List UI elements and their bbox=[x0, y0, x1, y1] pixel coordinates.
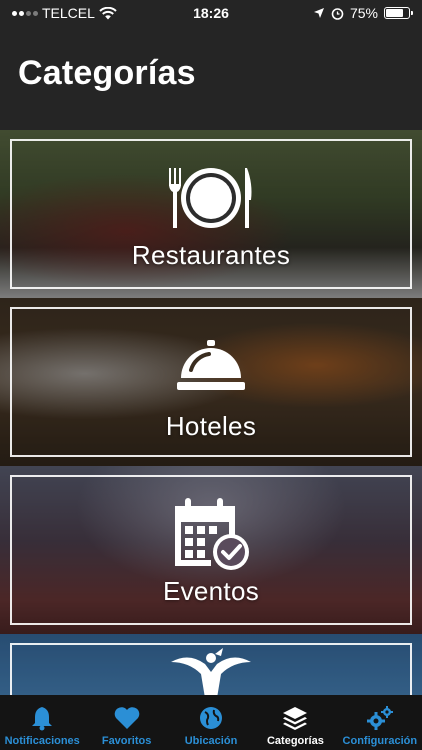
gears-icon bbox=[366, 706, 393, 730]
battery-icon bbox=[384, 7, 413, 19]
calendar-check-icon bbox=[175, 498, 249, 570]
status-left: TELCEL bbox=[12, 5, 313, 21]
status-bar: TELCEL 18:26 75% bbox=[0, 0, 422, 26]
alarm-clock-icon bbox=[331, 7, 344, 20]
categories-list: Restaurantes Hoteles Eventos bbox=[0, 130, 422, 695]
service-bell-icon bbox=[177, 340, 245, 390]
category-label: Hoteles bbox=[165, 411, 257, 441]
category-card-hoteles[interactable]: Hoteles bbox=[0, 298, 422, 466]
category-label: Eventos bbox=[162, 576, 260, 606]
tab-favoritos[interactable]: Favoritos bbox=[84, 695, 168, 750]
angel-monument-icon bbox=[171, 648, 251, 695]
tab-ubicacion[interactable]: Ubicación bbox=[169, 695, 253, 750]
tab-categorias[interactable]: Categorías bbox=[253, 695, 337, 750]
category-card-eventos[interactable]: Eventos bbox=[0, 466, 422, 634]
carrier-name: TELCEL bbox=[42, 5, 95, 21]
tab-notificaciones[interactable]: Notificaciones bbox=[0, 695, 84, 750]
heart-icon bbox=[114, 707, 139, 729]
status-right: 75% bbox=[313, 5, 413, 21]
tab-label: Ubicación bbox=[184, 735, 238, 747]
layers-icon bbox=[283, 707, 308, 730]
tab-label: Notificaciones bbox=[4, 735, 80, 747]
tab-bar: Notificaciones Favoritos Ubicación Categ… bbox=[0, 695, 422, 750]
plate-cutlery-icon bbox=[169, 168, 252, 228]
tab-configuracion[interactable]: Configuración bbox=[338, 695, 422, 750]
tab-label: Favoritos bbox=[101, 735, 152, 747]
page-title: Categorías bbox=[18, 54, 196, 92]
wifi-icon bbox=[99, 6, 117, 19]
category-card-restaurantes[interactable]: Restaurantes bbox=[0, 130, 422, 298]
category-label: Restaurantes bbox=[131, 240, 291, 270]
globe-icon bbox=[200, 707, 223, 729]
tab-label: Configuración bbox=[342, 735, 418, 747]
category-card-partial[interactable] bbox=[0, 634, 422, 695]
bell-icon bbox=[32, 707, 53, 731]
tab-label: Categorías bbox=[266, 735, 324, 747]
battery-percent: 75% bbox=[349, 5, 378, 21]
location-arrow-icon bbox=[313, 8, 324, 18]
battery-fill bbox=[386, 9, 403, 17]
signal-icon bbox=[12, 10, 38, 16]
